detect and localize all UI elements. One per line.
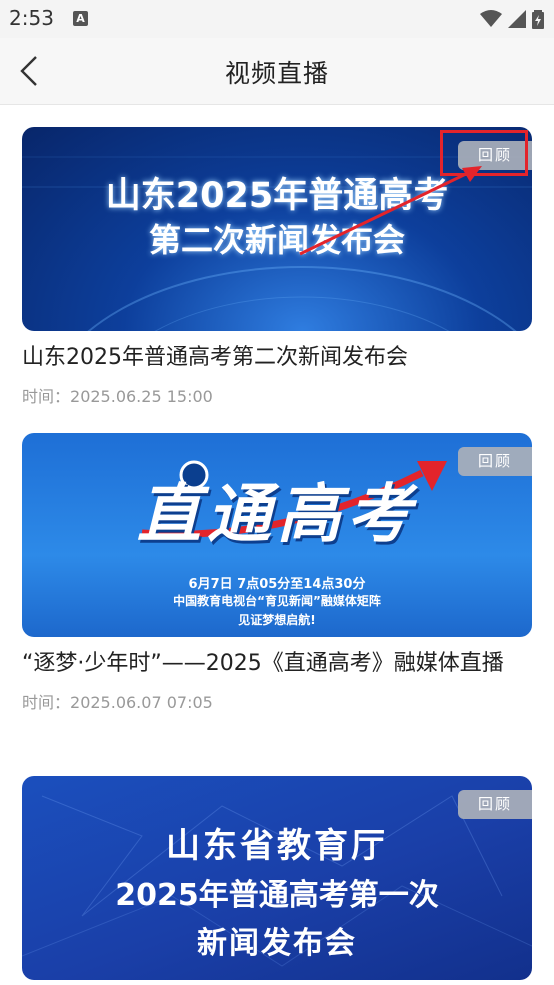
live-card[interactable]: 直通高考 6月7日 7点05分至14点30分 中国教育电视台“育见新闻”融媒体矩…	[22, 433, 532, 713]
status-icons	[480, 8, 544, 30]
time-label: 时间：	[22, 693, 71, 712]
banner-line: 山东省教育厅	[166, 826, 388, 866]
time-value: 2025.06.07 07:05	[70, 693, 213, 712]
replay-badge[interactable]: 回顾	[458, 790, 532, 819]
banner-main: 直通高考	[137, 478, 417, 552]
card-time: 时间：2025.06.07 07:05	[22, 689, 532, 713]
notification-icon: A	[73, 11, 88, 26]
replay-badge[interactable]: 回顾	[458, 447, 532, 476]
banner-line: 2025年普通高考第一次	[115, 878, 439, 913]
status-bar: 2:53 A	[0, 0, 554, 38]
banner-line: 见证梦想启航!	[238, 613, 316, 627]
video-thumbnail[interactable]: 山东省教育厅 2025年普通高考第一次 新闻发布会 回顾	[22, 776, 532, 980]
wifi-icon	[480, 10, 502, 27]
page-title: 视频直播	[224, 59, 329, 88]
card-time: 时间：2025.06.25 15:00	[22, 383, 532, 407]
time-label: 时间：	[22, 387, 71, 406]
banner-line: 新闻发布会	[197, 926, 357, 961]
banner-line: 第二次新闻发布会	[148, 221, 405, 259]
signal-icon	[508, 10, 526, 28]
nav-bar: 视频直播	[0, 38, 554, 105]
card-title[interactable]: 山东2025年普通高考第二次新闻发布会	[22, 339, 522, 377]
banner-line: 6月7日 7点05分至14点30分	[188, 577, 366, 592]
card-title[interactable]: “逐梦·少年时”——2025《直通高考》融媒体直播	[22, 645, 522, 683]
time-value: 2025.06.25 15:00	[70, 387, 213, 406]
annotation-highlight-box	[440, 130, 528, 176]
video-thumbnail[interactable]: 直通高考 6月7日 7点05分至14点30分 中国教育电视台“育见新闻”融媒体矩…	[22, 433, 532, 637]
status-time: 2:53	[9, 6, 54, 30]
battery-icon	[532, 10, 544, 29]
banner-line: 中国教育电视台“育见新闻”融媒体矩阵	[173, 594, 381, 608]
live-card[interactable]: 山东省教育厅 2025年普通高考第一次 新闻发布会 回顾	[22, 776, 532, 980]
